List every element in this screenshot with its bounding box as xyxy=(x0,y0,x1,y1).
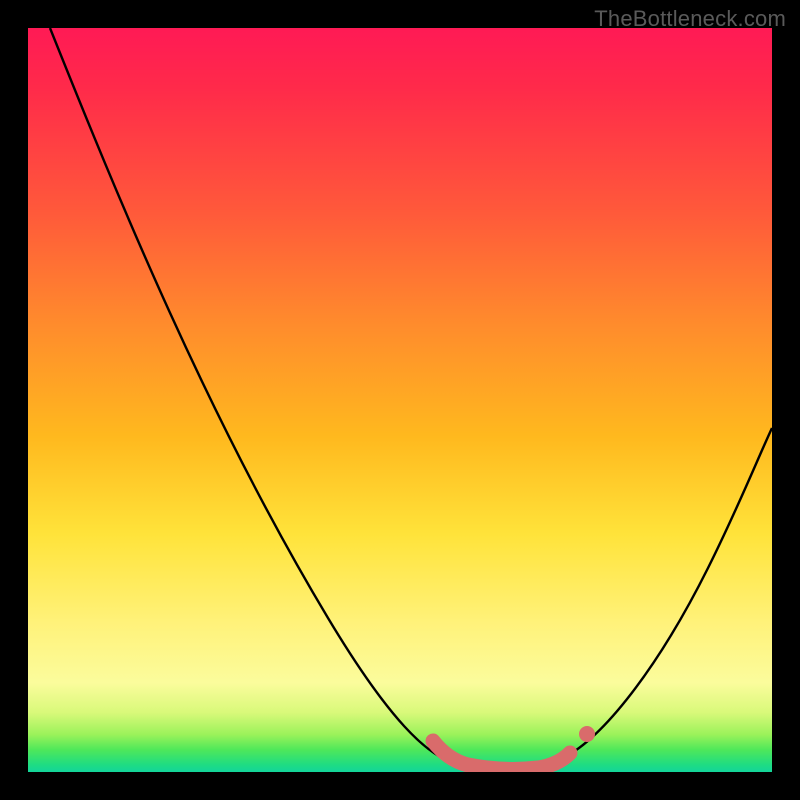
bottleneck-curve xyxy=(50,28,772,768)
watermark-label: TheBottleneck.com xyxy=(594,6,786,32)
chart-frame: TheBottleneck.com xyxy=(0,0,800,800)
highlight-dot-icon xyxy=(579,726,595,742)
bottleneck-curve-svg xyxy=(28,28,772,772)
flat-bottom-highlight xyxy=(433,741,570,769)
chart-plot-area xyxy=(28,28,772,772)
